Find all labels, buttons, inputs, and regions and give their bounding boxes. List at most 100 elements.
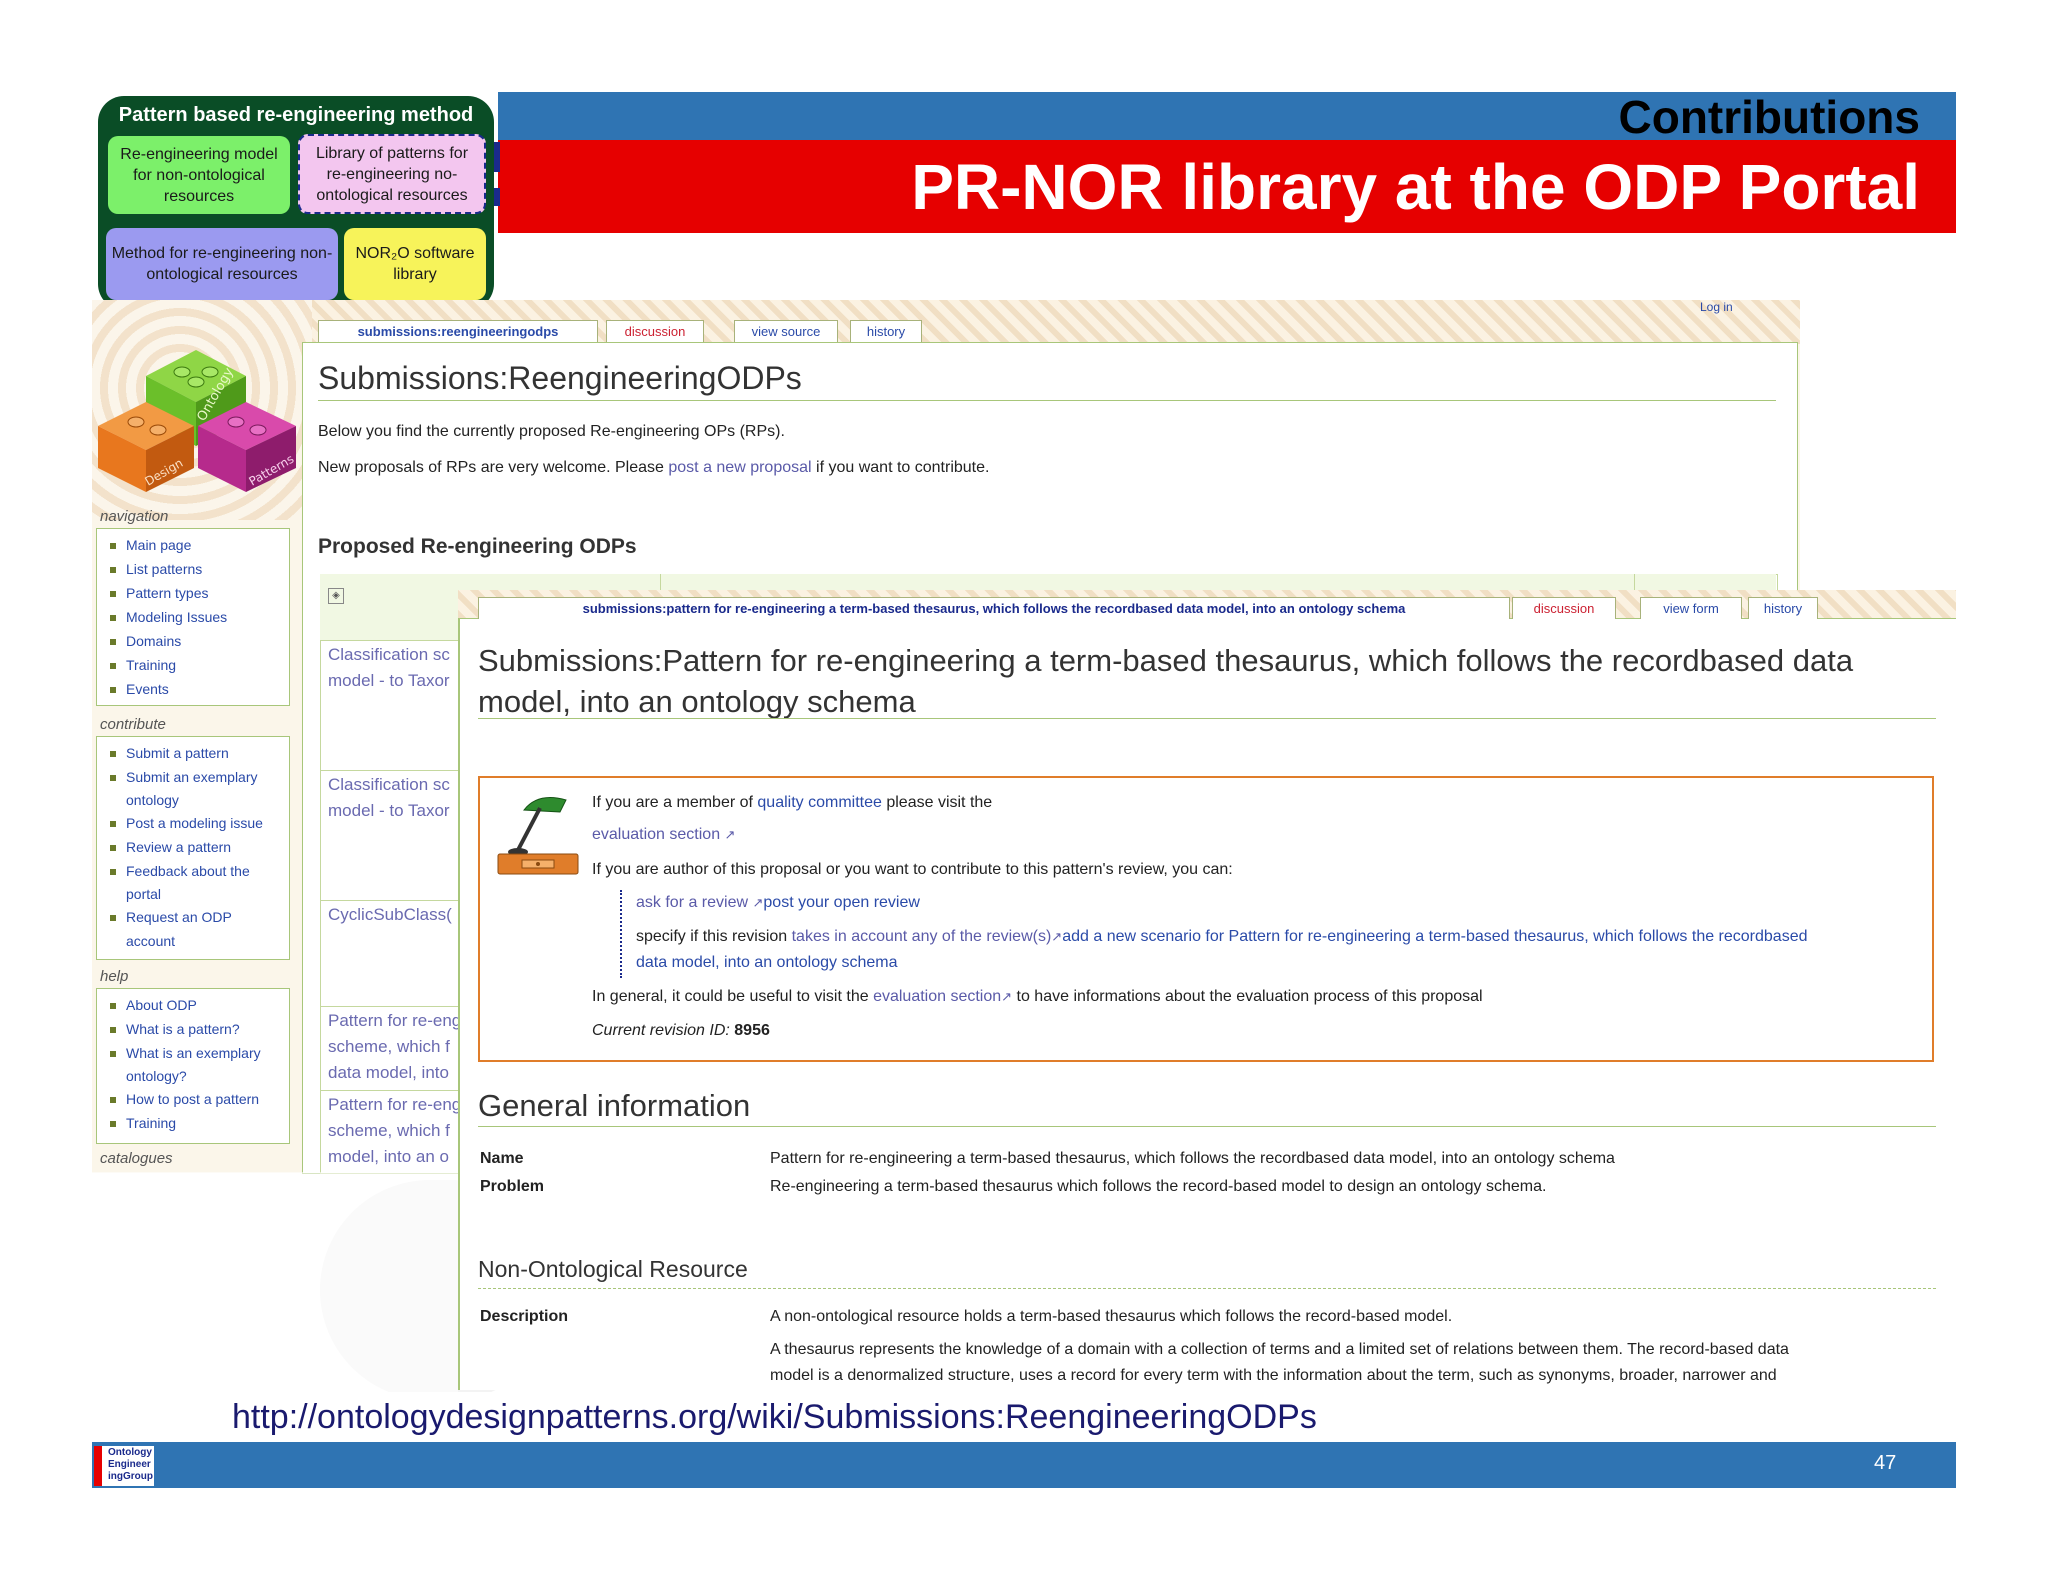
sidebar-item-label: Training: [126, 1115, 177, 1131]
method-box-method: Method for re-engineering non-ontologica…: [106, 228, 338, 300]
sidebar-heading-catalogues: catalogues: [100, 1150, 173, 1167]
add-scenario-link-cont[interactable]: data model, into an ontology schema: [636, 954, 898, 971]
sidebar-item-submit-exemplary[interactable]: Submit an exemplary: [110, 766, 258, 788]
method-box-software: NOR₂O software library: [344, 228, 486, 300]
sidebar-item-submit-exemplary-cont[interactable]: ontology: [126, 789, 179, 811]
quality-committee-link[interactable]: quality committee: [757, 794, 882, 811]
page-title: Submissions:ReengineeringODPs: [318, 360, 802, 396]
row-divider: [320, 770, 458, 771]
table-row[interactable]: Pattern for re-eng scheme, which f data …: [328, 1008, 458, 1086]
table-cell: Classification sc: [328, 775, 450, 794]
tab-discussion-front[interactable]: discussion: [1512, 597, 1616, 619]
sidebar-item-what-is-exemplary[interactable]: What is an exemplary: [110, 1042, 261, 1064]
revision-id: 8956: [734, 1022, 770, 1039]
sidebar-item-label: Main page: [126, 537, 192, 553]
notice-line-5: specify if this revision takes in accoun…: [636, 928, 1808, 946]
notice-line-2: evaluation section ↗: [592, 826, 735, 844]
sidebar-item-pattern-types[interactable]: Pattern types: [110, 582, 209, 604]
table-row[interactable]: CyclicSubClass(: [328, 902, 458, 928]
method-box-model: Re-engineering model for non-ontological…: [108, 136, 290, 214]
problem-label: Problem: [480, 1178, 545, 1195]
row-divider: [320, 900, 458, 901]
dotted-indent: [620, 890, 622, 978]
review-notice-box: [478, 776, 1934, 1062]
notice-line-7: In general, it could be useful to visit …: [592, 988, 1483, 1006]
sidebar-item-how-to-post[interactable]: How to post a pattern: [110, 1088, 259, 1110]
tab-history[interactable]: history: [850, 320, 922, 342]
table-cell: Pattern for re-eng: [328, 1095, 458, 1114]
sidebar-item-label: List patterns: [126, 561, 203, 577]
row-divider: [320, 1090, 458, 1091]
section-heading: Proposed Re-engineering ODPs: [318, 535, 637, 558]
tab-discussion[interactable]: discussion: [606, 320, 704, 342]
notice-text: specify if this revision: [636, 928, 792, 945]
table-row[interactable]: Classification sc model - to Taxor: [328, 642, 458, 694]
table-cell: data model, into: [328, 1063, 449, 1082]
odp-logo: Ontology Design Patterns: [98, 350, 296, 492]
sidebar-item-label: Submit a pattern: [126, 745, 229, 761]
connector-line: [494, 142, 500, 172]
sort-icon[interactable]: ◈: [328, 588, 344, 604]
tab-view-form[interactable]: view form: [1640, 597, 1742, 619]
post-open-review-link[interactable]: post your open review: [763, 894, 920, 911]
tab-view-source[interactable]: view source: [734, 320, 838, 342]
source-url[interactable]: http://ontologydesignpatterns.org/wiki/S…: [232, 1398, 1317, 1437]
notice-text: to have informations about the evaluatio…: [1012, 988, 1483, 1005]
login-link[interactable]: Log in: [1700, 300, 1733, 314]
post-new-proposal-link[interactable]: post a new proposal: [668, 459, 811, 476]
sidebar-item-events[interactable]: Events: [110, 678, 169, 700]
pattern-page-title: Submissions:Pattern for re-engineering a…: [478, 643, 1854, 719]
sidebar-item-modeling-issues[interactable]: Modeling Issues: [110, 606, 227, 628]
notice-line-1: If you are a member of quality committee…: [592, 794, 992, 812]
footer-band: [92, 1442, 1956, 1488]
sidebar-item-feedback[interactable]: Feedback about the: [110, 860, 250, 882]
tab-history-front[interactable]: history: [1748, 597, 1818, 619]
external-link-icon: ↗: [724, 827, 736, 842]
sidebar-item-training-help[interactable]: Training: [110, 1112, 176, 1134]
sidebar-item-feedback-cont[interactable]: portal: [126, 883, 161, 905]
notice-line-8: Current revision ID: 8956: [592, 1022, 770, 1040]
takes-in-account-link[interactable]: takes in account any of the review(s): [792, 928, 1052, 945]
name-value: Pattern for re-engineering a term-based …: [770, 1150, 1615, 1167]
table-row[interactable]: Classification sc model - to Taxor: [328, 772, 458, 824]
table-cell: scheme, which f: [328, 1121, 450, 1140]
sidebar-item-post-modeling-issue[interactable]: Post a modeling issue: [110, 812, 263, 834]
sidebar-item-request-account-cont[interactable]: account: [126, 930, 175, 952]
table-cell: model, into an o: [328, 1147, 449, 1166]
revision-label: Current revision ID:: [592, 1022, 730, 1039]
tab-submissions-reengineeringodps[interactable]: submissions:reengineeringodps: [318, 320, 598, 342]
connector-line: [494, 188, 500, 206]
table-row[interactable]: Pattern for re-eng scheme, which f model…: [328, 1092, 458, 1170]
sidebar-item-submit-pattern[interactable]: Submit a pattern: [110, 742, 229, 764]
method-box-library: Library of patterns for re-engineering n…: [298, 134, 486, 214]
table-cell: model - to Taxor: [328, 671, 450, 690]
sidebar-item-label: What is an exemplary: [126, 1045, 261, 1061]
sidebar-item-label: Events: [126, 681, 169, 697]
evaluation-section-link-2[interactable]: evaluation section: [873, 988, 1001, 1005]
problem-value: Re-engineering a term-based thesaurus wh…: [770, 1178, 1547, 1195]
sidebar-heading-contribute: contribute: [100, 716, 166, 733]
sidebar-item-what-is-pattern[interactable]: What is a pattern?: [110, 1018, 240, 1040]
sidebar-item-review-pattern[interactable]: Review a pattern: [110, 836, 231, 858]
notice-line-3: If you are author of this proposal or yo…: [592, 861, 1233, 878]
general-info-heading: General information: [478, 1088, 751, 1123]
sidebar-item-main-page[interactable]: Main page: [110, 534, 191, 556]
name-label: Name: [480, 1150, 524, 1167]
notice-text: please visit the: [881, 794, 993, 811]
tab-submissions-pattern[interactable]: submissions:pattern for re-engineering a…: [478, 597, 1510, 619]
sidebar-item-label: Post a modeling issue: [126, 815, 263, 831]
sidebar-item-domains[interactable]: Domains: [110, 630, 181, 652]
sidebar-item-training[interactable]: Training: [110, 654, 176, 676]
sidebar-item-request-account[interactable]: Request an ODP: [110, 906, 232, 928]
sidebar-item-about-odp[interactable]: About ODP: [110, 994, 197, 1016]
evaluation-section-link[interactable]: evaluation section: [592, 826, 720, 843]
title-rule: [318, 400, 1776, 401]
sidebar-item-what-is-exemplary-cont[interactable]: ontology?: [126, 1065, 187, 1087]
add-scenario-link[interactable]: add a new scenario for Pattern for re-en…: [1062, 928, 1807, 945]
ask-review-link[interactable]: ask for a review: [636, 894, 748, 911]
notice-line-4: ask for a review ↗post your open review: [636, 894, 920, 912]
sidebar-item-list-patterns[interactable]: List patterns: [110, 558, 202, 580]
description-p2a: A thesaurus represents the knowledge of …: [770, 1341, 1789, 1358]
nor-rule: [478, 1288, 1936, 1289]
fade-overlay: [92, 1172, 458, 1398]
